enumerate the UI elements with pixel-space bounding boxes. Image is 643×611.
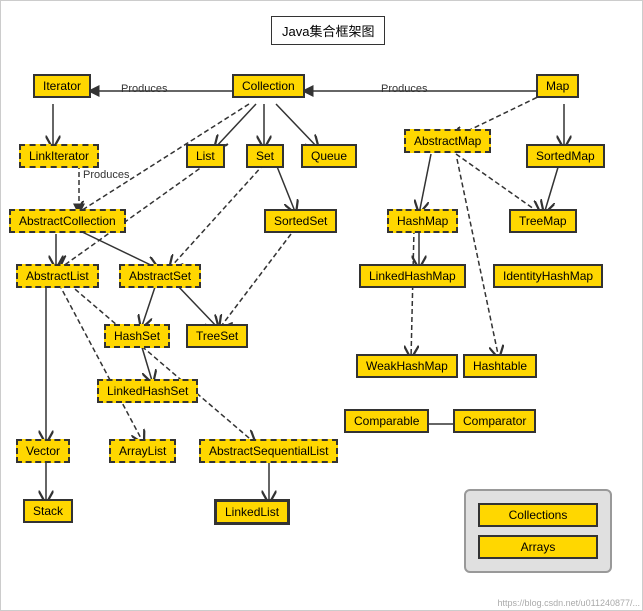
node-comparator: Comparator: [453, 409, 536, 433]
produces-label-2: Produces: [381, 83, 427, 95]
node-comparable: Comparable: [344, 409, 429, 433]
node-hashset: HashSet: [104, 324, 170, 348]
node-arraylist: ArrayList: [109, 439, 176, 463]
node-stack: Stack: [23, 499, 73, 523]
node-abstractlist: AbstractList: [16, 264, 99, 288]
node-linkedhashset: LinkedHashSet: [97, 379, 198, 403]
node-abstractset: AbstractSet: [119, 264, 201, 288]
node-abstractmap: AbstractMap: [404, 129, 491, 153]
produces-label-3: Produces: [83, 169, 129, 181]
diagram: Java集合框架图 Iterator Collection Map Produc…: [0, 0, 643, 611]
node-weakhasmap: WeakHashMap: [356, 354, 458, 378]
node-vector: Vector: [16, 439, 70, 463]
node-treeset: TreeSet: [186, 324, 248, 348]
node-sortedmap: SortedMap: [526, 144, 605, 168]
node-set: Set: [246, 144, 284, 168]
produces-label-1: Produces: [121, 83, 167, 95]
node-collection: Collection: [232, 74, 305, 98]
node-queue: Queue: [301, 144, 357, 168]
node-abstractcollection: AbstractCollection: [9, 209, 126, 233]
node-hashmap: HashMap: [387, 209, 458, 233]
node-hashtable: Hashtable: [463, 354, 537, 378]
legend-box: Collections Arrays: [464, 489, 612, 573]
node-list: List: [186, 144, 225, 168]
node-collections: Collections: [478, 503, 598, 527]
node-sortedset: SortedSet: [264, 209, 337, 233]
node-identityhashmap: IdentityHashMap: [493, 264, 603, 288]
node-abstractsequentiallist: AbstractSequentialList: [199, 439, 338, 463]
node-linkiterator: LinkIterator: [19, 144, 99, 168]
node-arrays: Arrays: [478, 535, 598, 559]
node-linkedhashmap: LinkedHashMap: [359, 264, 466, 288]
title: Java集合框架图: [271, 16, 385, 45]
node-treemap: TreeMap: [509, 209, 577, 233]
node-map: Map: [536, 74, 579, 98]
node-linkedlist: LinkedList: [214, 499, 290, 525]
node-iterator: Iterator: [33, 74, 91, 98]
watermark: https://blog.csdn.net/u011240877/...: [498, 598, 640, 608]
